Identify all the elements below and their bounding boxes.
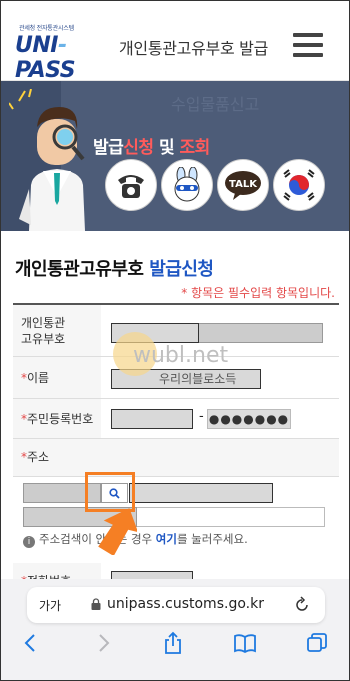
tabs-icon[interactable] [305,631,329,655]
talk-label: TALK [229,179,258,190]
talk-bubble-icon: TALK [225,171,261,200]
back-icon[interactable] [19,631,43,655]
taegeuk-icon [283,169,315,201]
logo-wordmark: UNI-PASS [15,33,76,83]
banner: 수입물품신고 발급신청 및 조회 TALK [1,81,349,231]
banner-watermark: 수입물품신고 [171,95,260,114]
form-row-rrn: * 주민등록번호 - ●●●●●●● [13,399,339,439]
phone-circle-button[interactable] [105,159,157,211]
kakaotalk-circle-button[interactable]: TALK [217,159,269,211]
reload-icon[interactable] [293,596,311,614]
label-address: *주소 [13,439,339,476]
page-title: 개인통관고유부호 발급신청 [15,259,214,280]
logo-subtitle: 관세청 전자통관시스템 [19,25,74,32]
unipass-logo[interactable]: 관세청 전자통관시스템 UNI-PASS [15,23,115,83]
banner-headline: 발급신청 및 조회 [93,138,210,158]
mascot-circle-button[interactable] [161,159,213,211]
info-icon: i [23,536,35,548]
site-header: 관세청 전자통관시스템 UNI-PASS 개인통관고유부호 발급 [1,1,349,83]
menu-icon[interactable] [293,33,323,59]
phone-screen: 관세청 전자통관시스템 UNI-PASS 개인통관고유부호 발급 수입물품신고 … [0,0,350,681]
pointer-arrow-icon [98,508,137,555]
forward-icon[interactable] [91,631,115,655]
telephone-icon [118,175,144,198]
character-illustration [9,89,85,231]
rrn-dash: - [199,409,204,424]
lock-icon [91,598,101,610]
application-form: 개인통관 고유부호 * 이름 우리의블로소득 * 주민등록번호 - ●●●●●●● … [13,303,339,593]
required-note: * 항목은 필수입력 항목입니다. [181,286,335,300]
label-rrn: * 주민등록번호 [13,399,101,438]
header-title: 개인통관고유부호 발급 [119,39,268,58]
here-link[interactable]: 여기 [156,532,177,546]
text-size-button[interactable]: 가가 [39,597,61,614]
share-icon[interactable] [161,631,185,655]
label-customs-code: 개인통관 고유부호 [13,305,101,356]
label-name: * 이름 [13,357,101,398]
rrn-back-input[interactable]: ●●●●●●● [207,409,291,429]
mascot-icon [174,167,200,202]
address-line1-input[interactable] [129,483,273,503]
address-line2-ext [137,507,325,527]
taegeuk-circle-button[interactable] [273,159,325,211]
rrn-front-input[interactable] [111,409,193,429]
svg-text:wubl.net: wubl.net [133,343,228,368]
address-bar[interactable]: 가가 unipass.customs.go.kr [27,587,325,623]
wubl-watermark: wubl.net [113,332,228,376]
form-row-address: *주소 [13,439,339,477]
bookmarks-icon[interactable] [233,631,257,655]
url-text: unipass.customs.go.kr [107,596,264,612]
